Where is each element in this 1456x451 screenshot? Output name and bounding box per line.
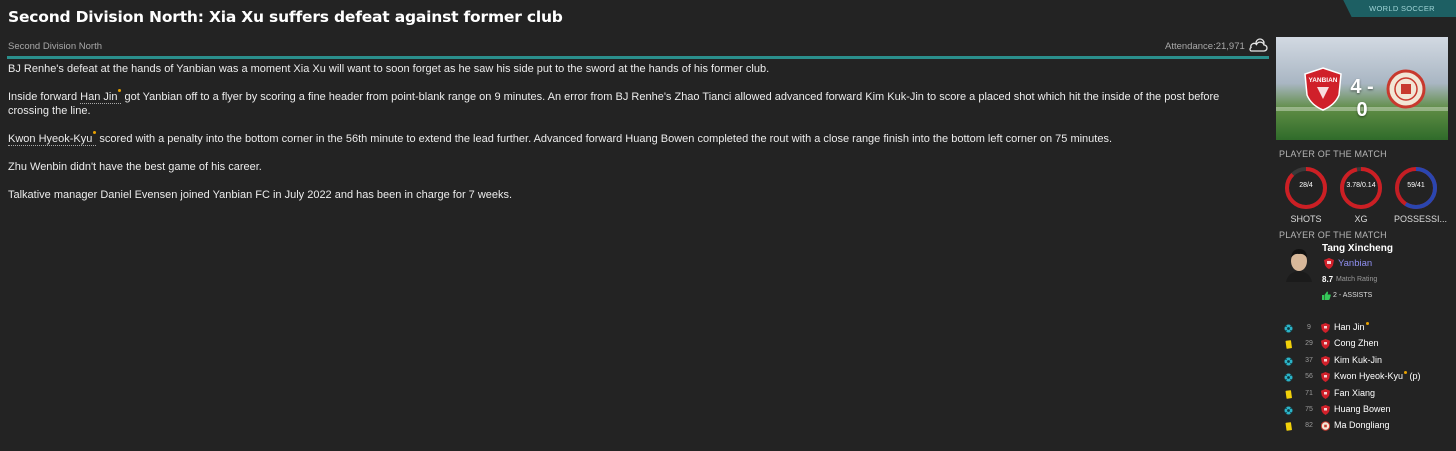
- match-event-row[interactable]: 29 Cong Zhen: [1284, 337, 1448, 353]
- yanbian-crest-icon: [1321, 404, 1330, 415]
- match-event-row[interactable]: 9 Han Jin: [1284, 321, 1448, 337]
- stat-shots[interactable]: 28/4 SHOTS: [1284, 166, 1328, 224]
- potm-rating-value: 8.7: [1322, 275, 1334, 284]
- event-player-label: Kim Kuk-Jin: [1334, 354, 1383, 365]
- goal-ball-icon: [1284, 373, 1293, 382]
- yanbian-crest-icon: [1321, 388, 1330, 399]
- yanbian-crest-icon: [1321, 323, 1330, 333]
- event-player-name[interactable]: Han Jin: [1334, 322, 1369, 332]
- stat-value: 59/41: [1407, 182, 1425, 189]
- match-event-row[interactable]: 82 Ma Dongliang: [1284, 419, 1448, 435]
- stat-value: 28/4: [1299, 182, 1313, 189]
- event-player-label: Han Jin: [1334, 322, 1365, 332]
- stat-label: POSSESSI...: [1394, 214, 1448, 224]
- potm-player-name[interactable]: Tang Xincheng: [1322, 243, 1393, 254]
- yanbian-crest-icon[interactable]: YANBIAN: [1303, 67, 1343, 111]
- article-headline: Second Division North: Xia Xu suffers de…: [8, 8, 563, 26]
- article-text: got Yanbian off to a flyer by scoring a …: [8, 91, 1220, 117]
- yellow-card-icon: [1285, 340, 1292, 350]
- player-photo-avatar[interactable]: [1284, 246, 1314, 282]
- player-link-label: Kwon Hyeok-Kyu: [8, 133, 93, 145]
- event-player-label: Fan Xiang: [1334, 387, 1376, 398]
- article-text: scored with a penalty into the bottom co…: [96, 133, 1113, 145]
- yanbian-crest-icon: [1321, 372, 1330, 383]
- match-event-row[interactable]: 71 Fan Xiang: [1284, 387, 1448, 403]
- match-scorecard[interactable]: YANBIAN 4 - 0: [1276, 37, 1448, 140]
- event-player-label: Cong Zhen: [1334, 338, 1379, 349]
- stat-label: XG: [1354, 214, 1368, 224]
- event-suffix: (p): [1407, 371, 1421, 382]
- crest-text: YANBIAN: [1308, 77, 1337, 84]
- yanbian-crest-icon: [1321, 355, 1330, 366]
- match-score: 4 - 0: [1350, 76, 1374, 121]
- header-divider: [7, 56, 1269, 59]
- article-paragraph: Talkative manager Daniel Evensen joined …: [8, 189, 513, 201]
- yanbian-crest-icon: [1324, 258, 1334, 269]
- event-minute: 75: [1305, 405, 1313, 413]
- event-player-name[interactable]: Huang Bowen: [1334, 404, 1391, 414]
- match-event-row[interactable]: 37 Kim Kuk-Jin: [1284, 354, 1448, 370]
- player-link-label: Han Jin: [80, 91, 118, 103]
- stat-xg[interactable]: 3.78/0.14 XG: [1339, 166, 1383, 224]
- bj-renhe-crest-icon[interactable]: [1386, 67, 1426, 111]
- match-events-list: 9 Han Jin 29 Cong Zhen 37 Kim Kuk-Jin 56 Kwon H…: [1284, 321, 1448, 436]
- event-minute: 56: [1305, 373, 1313, 381]
- player-link-han-jin[interactable]: Han Jin: [80, 89, 122, 104]
- event-minute: 37: [1305, 356, 1313, 364]
- potm-club-link[interactable]: Yanbian: [1338, 258, 1372, 269]
- event-player-name[interactable]: Fan Xiang: [1334, 388, 1375, 398]
- article-paragraph: BJ Renhe's defeat at the hands of Yanbia…: [8, 63, 770, 75]
- event-minute: 9: [1307, 324, 1311, 331]
- goal-ball-icon: [1284, 406, 1293, 415]
- match-event-row[interactable]: 75 Huang Bowen: [1284, 403, 1448, 419]
- article-paragraph: Inside forward Han Jin got Yanbian off t…: [8, 89, 1263, 118]
- thumbs-up-icon: [1322, 291, 1331, 300]
- event-minute: 29: [1305, 340, 1313, 348]
- event-player-name[interactable]: Kwon Hyeok-Kyu (p): [1334, 371, 1421, 381]
- potm-assists: 2 - ASSISTS: [1333, 292, 1373, 299]
- event-player-label: Kwon Hyeok-Kyu: [1334, 371, 1404, 382]
- player-link-kwon-hyeok-kyu[interactable]: Kwon Hyeok-Kyu: [8, 131, 97, 146]
- event-player-name[interactable]: Cong Zhen: [1334, 338, 1379, 348]
- article-paragraph: Kwon Hyeok-Kyu scored with a penalty int…: [8, 131, 1263, 146]
- goal-ball-icon: [1284, 324, 1293, 333]
- event-player-name[interactable]: Kim Kuk-Jin: [1334, 355, 1382, 365]
- stat-value: 3.78/0.14: [1346, 182, 1376, 189]
- event-player-label: Huang Bowen: [1334, 403, 1391, 414]
- potm-rating-label: Match Rating: [1336, 276, 1378, 283]
- attendance-label: Attendance:21,971: [1165, 41, 1245, 52]
- player-marker-icon: [1365, 322, 1369, 325]
- event-player-name[interactable]: Ma Dongliang: [1334, 420, 1390, 430]
- match-event-row[interactable]: 56 Kwon Hyeok-Kyu (p): [1284, 370, 1448, 386]
- yellow-card-icon: [1285, 389, 1292, 399]
- article-paragraph: Zhu Wenbin didn't have the best game of …: [8, 161, 262, 173]
- partly-cloudy-icon: [1249, 38, 1268, 52]
- article-body: BJ Renhe's defeat at the hands of Yanbia…: [8, 62, 1263, 216]
- competition-label[interactable]: Second Division North: [8, 41, 102, 52]
- stats-title: PLAYER OF THE MATCH: [1279, 149, 1387, 159]
- goal-ball-icon: [1284, 357, 1293, 366]
- yanbian-crest-icon: [1321, 339, 1330, 350]
- potm-title: PLAYER OF THE MATCH: [1279, 230, 1387, 240]
- yellow-card-icon: [1285, 422, 1292, 432]
- stat-label: SHOTS: [1290, 214, 1322, 224]
- event-minute: 71: [1305, 389, 1313, 397]
- bj-renhe-crest-icon: [1321, 421, 1330, 432]
- stat-possession[interactable]: 59/41 POSSESSI...: [1394, 166, 1448, 224]
- magazine-badge: WORLD SOCCER MAGAZINE: [1343, 0, 1456, 17]
- event-minute: 82: [1305, 422, 1313, 430]
- player-marker-icon: [93, 131, 97, 134]
- article-text: Inside forward: [8, 91, 81, 103]
- event-player-label: Ma Dongliang: [1334, 420, 1390, 431]
